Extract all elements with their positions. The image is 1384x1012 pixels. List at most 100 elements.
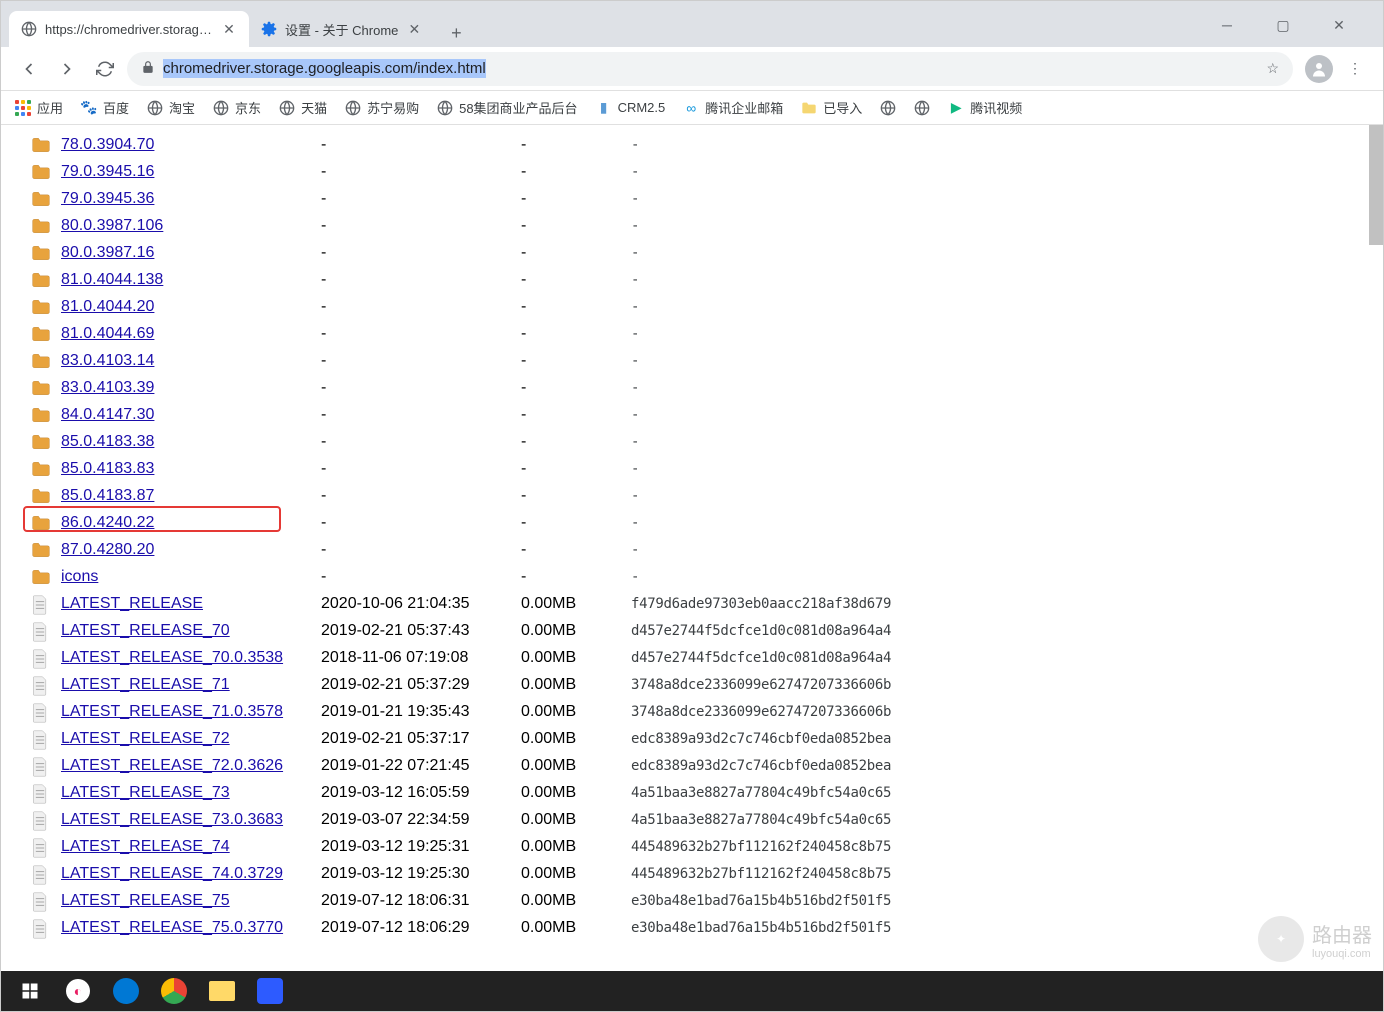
listing-date: - bbox=[321, 568, 521, 586]
browser-tab[interactable]: https://chromedriver.storage.c ✕ bbox=[9, 11, 249, 47]
listing-link[interactable]: icons bbox=[61, 568, 98, 585]
bookmark-item[interactable]: 58集团商业产品后台 bbox=[437, 98, 577, 117]
listing-link[interactable]: 85.0.4183.87 bbox=[61, 487, 154, 504]
apps-button[interactable]: 应用 bbox=[15, 98, 63, 117]
listing-link[interactable]: 81.0.4044.20 bbox=[61, 298, 154, 315]
listing-link[interactable]: LATEST_RELEASE_74.0.3729 bbox=[61, 865, 283, 882]
listing-hash: 445489632b27bf112162f240458c8b75 bbox=[631, 839, 1365, 855]
folder-icon bbox=[31, 271, 51, 289]
taskbar-app-5[interactable] bbox=[249, 975, 291, 1007]
listing-link[interactable]: 79.0.3945.36 bbox=[61, 190, 154, 207]
listing-date: 2020-10-06 21:04:35 bbox=[321, 595, 521, 613]
listing-link[interactable]: LATEST_RELEASE_74 bbox=[61, 838, 230, 855]
listing-row: 81.0.4044.20 - - - bbox=[7, 293, 1365, 320]
bookmark-item[interactable]: 苏宁易购 bbox=[345, 98, 419, 117]
globe-icon bbox=[279, 100, 295, 116]
listing-size: 0.00MB bbox=[521, 622, 631, 640]
listing-link[interactable]: LATEST_RELEASE_70.0.3538 bbox=[61, 649, 283, 666]
listing-hash: - bbox=[631, 353, 1365, 369]
folder-icon bbox=[31, 568, 51, 586]
listing-hash: - bbox=[631, 164, 1365, 180]
listing-date: 2019-03-12 19:25:31 bbox=[321, 838, 521, 856]
tab-close-button[interactable]: ✕ bbox=[221, 21, 237, 37]
play-icon: ▶ bbox=[948, 100, 964, 116]
folder-icon bbox=[31, 487, 51, 505]
window-minimize-button[interactable]: ─ bbox=[1211, 13, 1243, 37]
listing-link[interactable]: 78.0.3904.70 bbox=[61, 136, 154, 153]
listing-link[interactable]: LATEST_RELEASE_71.0.3578 bbox=[61, 703, 283, 720]
tab-title: 设置 - 关于 Chrome bbox=[285, 20, 398, 39]
listing-link[interactable]: LATEST_RELEASE_73 bbox=[61, 784, 230, 801]
bookmark-item[interactable]: 京东 bbox=[213, 98, 261, 117]
listing-size: - bbox=[521, 379, 631, 397]
bookmark-item[interactable]: 🐾百度 bbox=[81, 98, 129, 117]
listing-link[interactable]: 80.0.3987.106 bbox=[61, 217, 163, 234]
browser-tab[interactable]: 设置 - 关于 Chrome ✕ bbox=[249, 11, 434, 47]
listing-size: - bbox=[521, 487, 631, 505]
taskbar-app-chrome[interactable] bbox=[153, 975, 195, 1007]
listing-link[interactable]: LATEST_RELEASE_72 bbox=[61, 730, 230, 747]
bookmark-item[interactable]: 淘宝 bbox=[147, 98, 195, 117]
listing-link[interactable]: LATEST_RELEASE_70 bbox=[61, 622, 230, 639]
listing-date: 2019-07-12 18:06:29 bbox=[321, 919, 521, 937]
listing-date: - bbox=[321, 406, 521, 424]
bookmark-label: 腾讯视频 bbox=[970, 98, 1022, 117]
globe-icon bbox=[345, 100, 361, 116]
listing-row: 85.0.4183.83 - - - bbox=[7, 455, 1365, 482]
listing-link[interactable]: 81.0.4044.69 bbox=[61, 325, 154, 342]
address-bar[interactable]: chromedriver.storage.googleapis.com/inde… bbox=[127, 52, 1293, 86]
listing-link[interactable]: LATEST_RELEASE_72.0.3626 bbox=[61, 757, 283, 774]
window-maximize-button[interactable]: ▢ bbox=[1267, 13, 1299, 37]
start-button[interactable] bbox=[9, 975, 51, 1007]
listing-link[interactable]: 84.0.4147.30 bbox=[61, 406, 154, 423]
taskbar-app-explorer[interactable] bbox=[201, 975, 243, 1007]
file-icon bbox=[31, 865, 51, 883]
listing-link[interactable]: 81.0.4044.138 bbox=[61, 271, 163, 288]
bookmark-item[interactable]: ▶ 腾讯视频 bbox=[948, 98, 1022, 117]
bookmark-item[interactable]: 已导入 bbox=[801, 98, 862, 117]
profile-avatar-button[interactable] bbox=[1305, 55, 1333, 83]
bookmark-item[interactable]: ∞腾讯企业邮箱 bbox=[683, 98, 783, 117]
bookmark-item[interactable]: 天猫 bbox=[279, 98, 327, 117]
chrome-menu-button[interactable]: ⋮ bbox=[1339, 53, 1371, 85]
window-close-button[interactable]: ✕ bbox=[1323, 13, 1355, 37]
bookmark-item[interactable]: ▮CRM2.5 bbox=[596, 100, 666, 116]
listing-link[interactable]: 83.0.4103.14 bbox=[61, 352, 154, 369]
new-tab-button[interactable]: + bbox=[442, 19, 470, 47]
listing-link[interactable]: 86.0.4240.22 bbox=[61, 514, 154, 531]
taskbar-app-1[interactable]: ◐ bbox=[57, 975, 99, 1007]
globe-icon bbox=[21, 21, 37, 37]
listing-row: 79.0.3945.16 - - - bbox=[7, 158, 1365, 185]
file-icon bbox=[31, 784, 51, 802]
reload-button[interactable] bbox=[89, 53, 121, 85]
listing-date: 2019-02-21 05:37:43 bbox=[321, 622, 521, 640]
bookmark-star-icon[interactable]: ☆ bbox=[1266, 60, 1279, 77]
listing-link[interactable]: 79.0.3945.16 bbox=[61, 163, 154, 180]
back-button[interactable] bbox=[13, 53, 45, 85]
listing-size: - bbox=[521, 568, 631, 586]
tab-close-button[interactable]: ✕ bbox=[406, 21, 422, 37]
listing-link[interactable]: LATEST_RELEASE_75 bbox=[61, 892, 230, 909]
listing-link[interactable]: 85.0.4183.83 bbox=[61, 460, 154, 477]
listing-size: 0.00MB bbox=[521, 730, 631, 748]
taskbar-app-edge[interactable] bbox=[105, 975, 147, 1007]
listing-date: - bbox=[321, 244, 521, 262]
listing-link[interactable]: 87.0.4280.20 bbox=[61, 541, 154, 558]
listing-link[interactable]: LATEST_RELEASE_73.0.3683 bbox=[61, 811, 283, 828]
scrollbar-thumb[interactable] bbox=[1369, 125, 1383, 245]
paw-icon: 🐾 bbox=[81, 100, 97, 116]
bookmark-item[interactable] bbox=[880, 100, 896, 116]
listing-link[interactable]: 85.0.4183.38 bbox=[61, 433, 154, 450]
listing-date: - bbox=[321, 514, 521, 532]
listing-link[interactable]: LATEST_RELEASE_75.0.3770 bbox=[61, 919, 283, 936]
folder-icon bbox=[31, 217, 51, 235]
folder-icon bbox=[31, 163, 51, 181]
listing-link[interactable]: 83.0.4103.39 bbox=[61, 379, 154, 396]
listing-link[interactable]: LATEST_RELEASE bbox=[61, 595, 203, 612]
bookmark-item[interactable] bbox=[914, 100, 930, 116]
listing-link[interactable]: LATEST_RELEASE_71 bbox=[61, 676, 230, 693]
forward-button[interactable] bbox=[51, 53, 83, 85]
listing-row: 81.0.4044.138 - - - bbox=[7, 266, 1365, 293]
listing-link[interactable]: 80.0.3987.16 bbox=[61, 244, 154, 261]
url-text[interactable]: chromedriver.storage.googleapis.com/inde… bbox=[163, 60, 1258, 77]
